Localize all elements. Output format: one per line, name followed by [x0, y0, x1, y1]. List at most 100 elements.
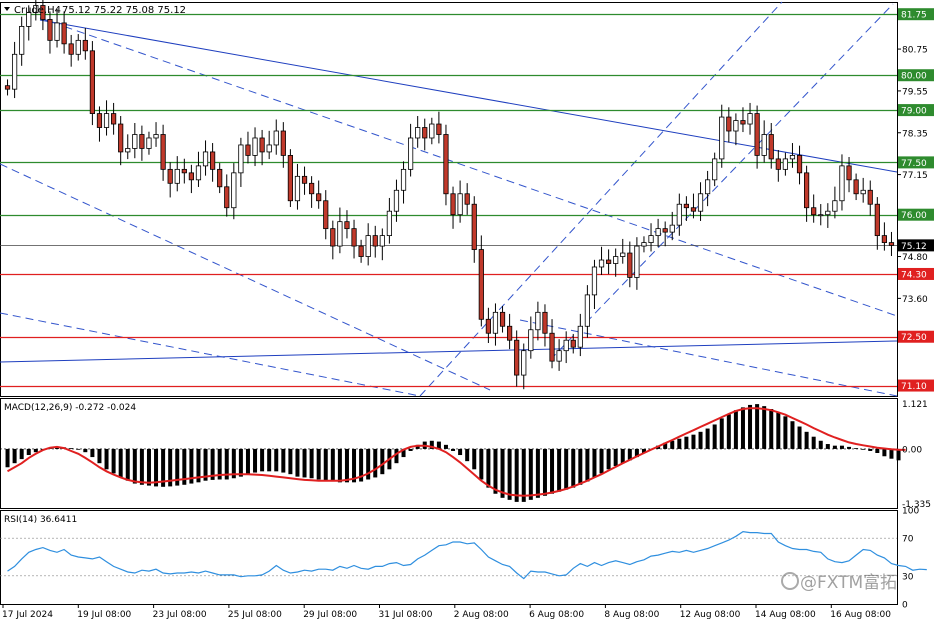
- macd-histogram-bar: [380, 448, 385, 475]
- bull-candle-body: [648, 235, 654, 243]
- macd-histogram-bar: [507, 448, 512, 500]
- bear-candle-body: [82, 39, 88, 52]
- candle: [867, 180, 873, 216]
- bull-candle-body: [174, 168, 180, 184]
- macd-histogram-bar: [599, 448, 604, 474]
- bear-candle-body: [514, 339, 520, 376]
- rsi-tick-label: 30: [902, 572, 914, 582]
- candle: [103, 100, 110, 136]
- macd-histogram-bar: [238, 448, 243, 477]
- price-level-badge-label: 80.00: [901, 72, 927, 82]
- bear-candle-body: [245, 144, 251, 156]
- bear-candle-body: [627, 252, 633, 278]
- ohlc-readout: 75.12 75.22 75.08 75.12: [62, 5, 186, 16]
- macd-histogram-bar: [847, 446, 852, 449]
- bull-candle-body: [825, 210, 831, 216]
- bull-candle-body: [669, 224, 675, 233]
- candle: [132, 122, 138, 159]
- macd-histogram-bar: [535, 448, 540, 498]
- bull-candle-body: [393, 189, 400, 212]
- price-tick-label: 74.80: [902, 253, 928, 263]
- macd-histogram-bar: [712, 424, 717, 449]
- macd-histogram-bar: [726, 414, 731, 449]
- candle: [89, 41, 95, 126]
- bear-candle-body: [811, 207, 817, 216]
- bear-candle-body: [330, 228, 336, 247]
- macd-histogram-bar: [337, 448, 342, 483]
- candle: [620, 238, 626, 264]
- macd-histogram-bar: [783, 416, 788, 449]
- chart-svg: 81.75 80.75 80.00 79.55 79.00 78.35 77.50 77.15…: [0, 0, 934, 620]
- bull-candle-body: [591, 266, 598, 296]
- bear-candle-body: [542, 311, 548, 334]
- rsi-pane[interactable]: [0, 530, 927, 580]
- bear-candle-body: [606, 259, 612, 264]
- macd-histogram-bar: [861, 448, 866, 450]
- bull-candle-body: [457, 193, 463, 216]
- macd-tick-label: 1.121: [902, 400, 928, 410]
- candle: [273, 119, 279, 155]
- bull-candle-body: [747, 113, 753, 125]
- macd-histogram-bar: [245, 448, 250, 475]
- bull-candle-body: [860, 189, 866, 195]
- candle: [747, 102, 753, 135]
- time-tick-label: 12 Aug 08:00: [680, 610, 741, 620]
- candle: [287, 149, 293, 208]
- macd-histogram-bar: [705, 428, 710, 449]
- candle: [705, 170, 711, 207]
- bear-candle-body: [775, 158, 781, 170]
- macd-histogram-bar: [267, 448, 272, 472]
- bull-candle-body: [252, 137, 258, 156]
- macd-pane[interactable]: [0, 404, 906, 502]
- candle: [160, 124, 166, 181]
- bear-candle-body: [111, 113, 117, 125]
- bull-candle-body: [54, 22, 60, 41]
- candle: [210, 143, 216, 182]
- bear-candle-body: [309, 182, 315, 195]
- candle: [761, 120, 767, 163]
- candle: [471, 196, 477, 263]
- macd-histogram-bar: [33, 448, 38, 453]
- macd-histogram-bar: [740, 407, 745, 449]
- chart-window: 81.75 80.75 80.00 79.55 79.00 78.35 77.50 77.15…: [0, 0, 936, 624]
- macd-histogram-bar: [154, 448, 159, 487]
- bull-candle-body: [563, 339, 569, 352]
- candle: [782, 152, 788, 176]
- macd-histogram-bar: [564, 448, 569, 490]
- bull-candle-body: [705, 179, 711, 195]
- macd-histogram-bar: [451, 448, 456, 451]
- time-tick-label: 16 Aug 08:00: [830, 610, 891, 620]
- bear-candle-body: [301, 175, 308, 184]
- bull-candle-body: [492, 311, 499, 334]
- channel-bottom-dashed: [0, 312, 421, 397]
- bear-candle-body: [507, 325, 513, 341]
- candle: [422, 118, 428, 151]
- triangle-down-icon[interactable]: [4, 7, 10, 11]
- macd-histogram-bar: [83, 448, 88, 453]
- pane-frame: [0, 510, 898, 605]
- candle: [379, 228, 385, 261]
- candle: [832, 186, 838, 219]
- candle: [577, 313, 583, 357]
- macd-histogram-bar: [557, 448, 562, 492]
- candle: [556, 339, 562, 371]
- macd-histogram-bar: [97, 448, 102, 464]
- bear-candle-body: [768, 134, 774, 160]
- bear-candle-body: [280, 130, 286, 156]
- bull-candle-body: [125, 148, 131, 153]
- bull-candle-body: [676, 203, 682, 226]
- candle: [648, 223, 654, 252]
- price-tick-label: 80.75: [902, 46, 928, 56]
- rsi-tick-label: 70: [902, 535, 914, 545]
- bull-candle-body: [584, 294, 590, 327]
- macd-histogram-bar: [542, 448, 547, 496]
- candle: [804, 165, 810, 222]
- price-pane[interactable]: [0, 0, 898, 397]
- bear-candle-body: [726, 116, 732, 132]
- candle: [415, 116, 421, 148]
- candle: [450, 186, 456, 229]
- bull-candle-body: [132, 134, 138, 149]
- candle: [874, 197, 880, 250]
- candle: [400, 161, 407, 204]
- macd-histogram-bar: [323, 448, 328, 481]
